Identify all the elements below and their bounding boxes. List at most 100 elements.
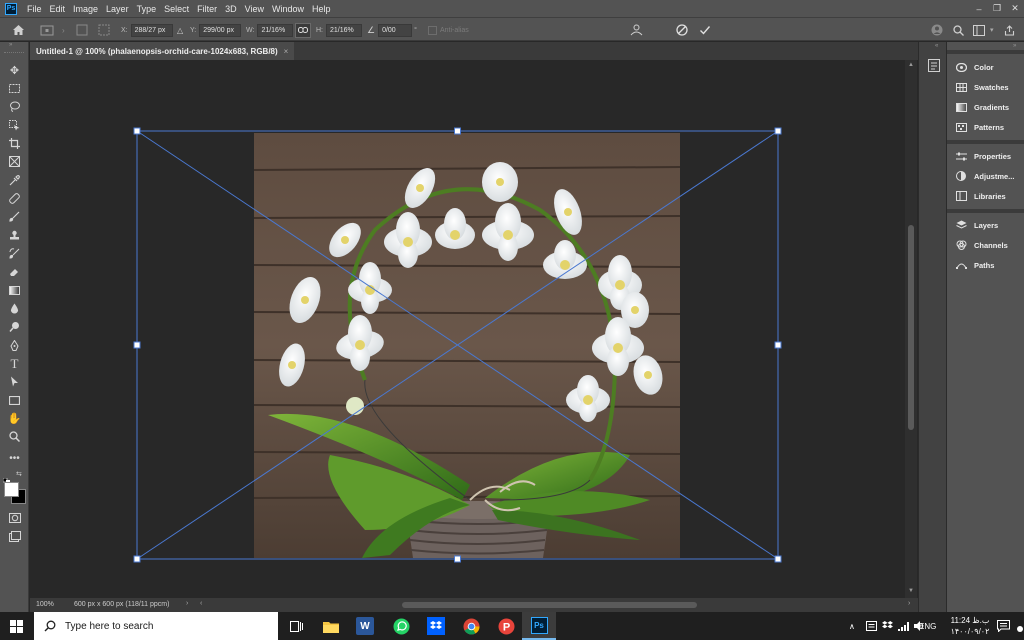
commit-transform-button[interactable]	[699, 23, 711, 37]
share-button[interactable]	[1004, 23, 1015, 37]
workspace-button[interactable]	[973, 23, 985, 37]
panel-libraries[interactable]: Libraries	[955, 189, 1006, 203]
eyedropper-tool[interactable]	[6, 172, 23, 189]
task-view-button[interactable]	[286, 616, 306, 636]
panel-channels[interactable]: Channels	[955, 238, 1008, 252]
edit-toolbar-button[interactable]: •••	[6, 450, 23, 467]
menu-view[interactable]: View	[241, 4, 268, 14]
x-field[interactable]: 288/27 px	[130, 23, 173, 37]
brush-tool[interactable]	[6, 208, 23, 225]
panel-layers[interactable]: Layers	[955, 218, 998, 232]
marquee-tool[interactable]	[6, 80, 23, 97]
chrome-app[interactable]	[461, 616, 481, 636]
w-field[interactable]: 21/16%	[257, 23, 294, 37]
scroll-left-icon[interactable]: ‹	[200, 600, 202, 607]
panel-adjustments[interactable]: Adjustme...	[955, 169, 1014, 183]
document-tab[interactable]: Untitled-1 @ 100% (phalaenopsis-orchid-c…	[30, 42, 295, 60]
frame-tool[interactable]	[6, 153, 23, 170]
network-icon[interactable]	[898, 612, 910, 640]
healing-brush-tool[interactable]	[6, 190, 23, 207]
document-canvas[interactable]	[30, 60, 905, 598]
h-field[interactable]: 21/16%	[326, 23, 362, 37]
quick-mask-button[interactable]	[6, 509, 23, 526]
collapse-icon[interactable]: »	[9, 42, 12, 48]
blur-tool[interactable]	[6, 300, 23, 317]
menu-select[interactable]: Select	[160, 4, 193, 14]
menu-help[interactable]: Help	[308, 4, 335, 14]
menu-type[interactable]: Type	[133, 4, 161, 14]
rectangle-tool[interactable]	[6, 392, 23, 409]
clock[interactable]: 11:24 ب.ظ ۱۴۰۰/۰۹/۰۲	[946, 612, 994, 640]
dropbox-app[interactable]	[426, 616, 446, 636]
vertical-scrollbar[interactable]: ▲ ▼	[905, 60, 917, 598]
path-selection-tool[interactable]	[6, 373, 23, 390]
menu-window[interactable]: Window	[268, 4, 308, 14]
chevron-down-icon[interactable]: ▾	[990, 23, 994, 37]
notification-center-button[interactable]	[997, 612, 1010, 640]
screen-mode-button[interactable]	[6, 528, 23, 545]
gradient-tool[interactable]	[6, 282, 23, 299]
menu-3d[interactable]: 3D	[221, 4, 241, 14]
menu-filter[interactable]: Filter	[193, 4, 221, 14]
hand-tool[interactable]: ✋	[6, 410, 23, 427]
search-button[interactable]	[953, 23, 964, 37]
history-brush-tool[interactable]	[6, 245, 23, 262]
anti-alias-checkbox[interactable]	[428, 25, 437, 35]
scroll-up-icon[interactable]: ▲	[908, 62, 914, 68]
menu-file[interactable]: File	[23, 4, 46, 14]
show-hidden-icons-button[interactable]: ∧	[849, 612, 855, 640]
word-app[interactable]: W	[356, 617, 374, 635]
panel-gradients[interactable]: Gradients	[955, 100, 1009, 114]
tray-notes-icon[interactable]	[866, 612, 877, 640]
minimize-button[interactable]: –	[970, 4, 988, 14]
panel-swatches[interactable]: Swatches	[955, 80, 1009, 94]
panel-paths[interactable]: Paths	[955, 258, 994, 272]
restore-button[interactable]: ❐	[988, 3, 1006, 14]
link-button[interactable]	[295, 22, 311, 38]
dodge-tool[interactable]	[6, 318, 23, 335]
cancel-transform-button[interactable]	[676, 23, 688, 37]
expand-panels-icon[interactable]: «	[935, 43, 938, 49]
panel-patterns[interactable]: Patterns	[955, 120, 1004, 134]
crop-tool[interactable]	[6, 135, 23, 152]
psiphon-app[interactable]: P	[496, 616, 516, 636]
close-button[interactable]: ✕	[1006, 3, 1024, 14]
language-indicator[interactable]: ENG	[919, 612, 936, 640]
collapse-panels-icon[interactable]: »	[1013, 43, 1016, 49]
scroll-down-icon[interactable]: ▼	[908, 588, 914, 594]
home-button[interactable]	[12, 23, 25, 37]
panel-color[interactable]: Color	[955, 60, 994, 74]
warp-button[interactable]	[630, 23, 643, 37]
zoom-level[interactable]: 100%	[36, 601, 54, 608]
dropbox-tray-icon[interactable]	[882, 612, 893, 640]
pen-tool[interactable]	[6, 337, 23, 354]
move-tool[interactable]: ✥	[6, 62, 23, 79]
history-panel-button[interactable]	[928, 59, 940, 77]
tab-close-button[interactable]: ×	[284, 47, 289, 56]
horizontal-scroll-thumb[interactable]	[402, 602, 697, 608]
taskbar-search-box[interactable]: Type here to search	[34, 612, 278, 640]
swap-colors-icon[interactable]: ⇆	[16, 470, 22, 478]
toolbar-grip[interactable]	[4, 52, 24, 55]
account-button[interactable]	[931, 23, 943, 37]
whatsapp-app[interactable]	[391, 616, 411, 636]
object-selection-tool[interactable]	[6, 117, 23, 134]
start-button[interactable]	[0, 612, 33, 640]
type-tool[interactable]: T	[6, 355, 23, 372]
clone-stamp-tool[interactable]	[6, 227, 23, 244]
menu-edit[interactable]: Edit	[46, 4, 70, 14]
status-menu-chevron-icon[interactable]: ›	[186, 600, 188, 607]
y-field[interactable]: 299/00 px	[199, 23, 242, 37]
reference-point-toggle[interactable]	[40, 23, 54, 37]
photoshop-app[interactable]: Ps	[522, 612, 556, 640]
foreground-color-swatch[interactable]	[4, 482, 19, 497]
default-colors-icon[interactable]	[2, 471, 11, 484]
canvas-area[interactable]	[30, 60, 905, 598]
reference-grid-button[interactable]	[76, 23, 88, 37]
scroll-right-icon[interactable]: ›	[908, 600, 910, 607]
vertical-scroll-thumb[interactable]	[908, 225, 914, 430]
zoom-tool[interactable]	[6, 428, 23, 445]
panel-properties[interactable]: Properties	[955, 149, 1011, 163]
menu-layer[interactable]: Layer	[102, 4, 133, 14]
delta-toggle[interactable]	[98, 23, 110, 37]
